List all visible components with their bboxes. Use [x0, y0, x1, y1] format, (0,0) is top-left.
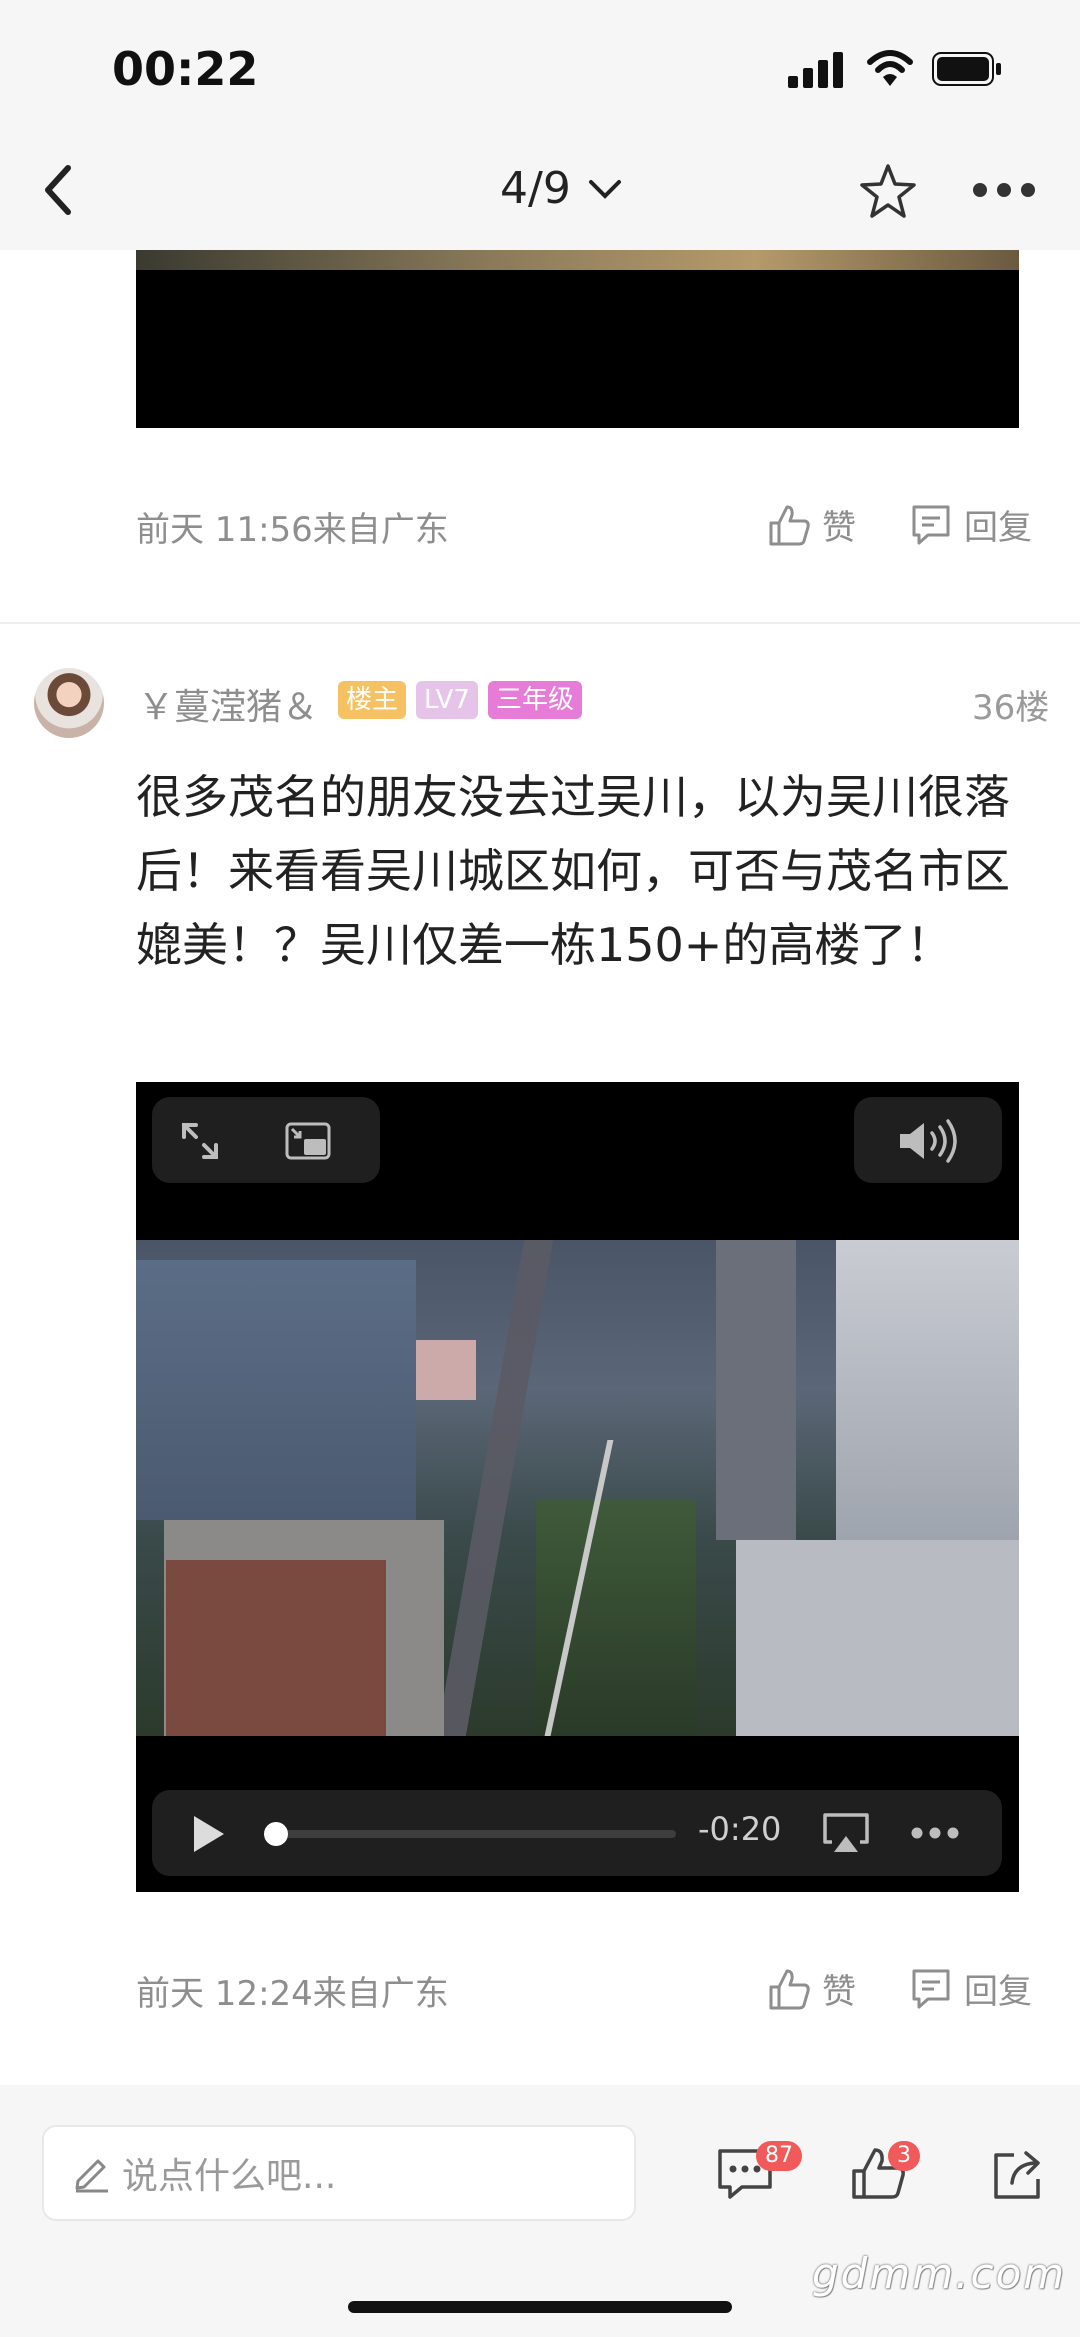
post-like-button[interactable]: 赞 [768, 1964, 856, 2013]
airplay-icon[interactable] [822, 1812, 870, 1854]
previous-post-timestamp: 前天 11:56来自广东 [136, 510, 449, 550]
video-progress-knob[interactable] [264, 1822, 288, 1846]
thumb-up-icon [769, 1969, 810, 2009]
video-progress-bar[interactable] [276, 1830, 676, 1838]
watermark: gdmm.com [812, 2249, 1067, 2298]
volume-icon[interactable] [896, 1119, 960, 1163]
comment-input[interactable]: 说点什么吧... [42, 2125, 636, 2221]
video-top-controls [152, 1097, 380, 1183]
reply-label: 回复 [964, 508, 1032, 548]
video-time-remaining: -0:20 [698, 1810, 782, 1848]
previous-post-video[interactable] [136, 270, 1019, 428]
wifi-icon [867, 50, 913, 86]
avatar[interactable] [34, 668, 104, 738]
reply-label: 回复 [964, 1972, 1032, 2012]
badge-grade: 三年级 [488, 681, 583, 719]
more-icon[interactable] [972, 178, 1036, 202]
previous-post-like-button[interactable]: 赞 [768, 500, 856, 549]
section-divider [0, 2085, 1080, 2101]
back-icon[interactable] [38, 160, 78, 220]
comment-count-badge: 87 [756, 2141, 802, 2171]
video-volume-control [854, 1097, 1002, 1183]
page-indicator-label: 4/9 [500, 163, 571, 214]
username[interactable]: ￥蔓滢猪＆ [138, 678, 318, 730]
reply-icon [912, 505, 950, 544]
more-icon[interactable] [910, 1826, 960, 1840]
share-icon[interactable] [990, 2147, 1046, 2203]
post-reply-button[interactable]: 回复 [910, 1964, 1032, 2013]
bottom-bar: 说点什么吧... 87 3 gdmm.com [0, 2101, 1080, 2337]
post-divider [0, 622, 1080, 624]
reply-icon [912, 1969, 950, 2008]
pen-icon [75, 2159, 108, 2193]
like-count-badge: 3 [888, 2141, 920, 2171]
thumb-up-icon [769, 505, 810, 545]
floor-number: 36楼 [972, 688, 1050, 728]
status-time: 00:22 [112, 42, 259, 96]
battery-icon [932, 52, 1001, 86]
previous-post-image [136, 250, 1019, 270]
badge-level: LV7 [416, 681, 478, 719]
home-indicator [348, 2301, 732, 2313]
page-indicator[interactable]: 4/9 [500, 163, 623, 214]
post-timestamp: 前天 12:24来自广东 [136, 1974, 449, 2014]
previous-post-reply-button[interactable]: 回复 [910, 500, 1032, 549]
video-frame[interactable] [136, 1240, 1019, 1736]
top-bar: 00:22 4/9 [0, 0, 1080, 250]
signal-icon [788, 52, 844, 88]
play-icon[interactable] [192, 1814, 226, 1854]
pip-icon[interactable] [284, 1121, 332, 1161]
fullscreen-icon[interactable] [178, 1119, 222, 1163]
comment-placeholder: 说点什么吧... [122, 2156, 337, 2197]
like-label: 赞 [822, 508, 856, 548]
badge-owner: 楼主 [338, 681, 407, 719]
video-bottom-controls: -0:20 [152, 1790, 1002, 1876]
post-content: 很多茂名的朋友没去过吴川，以为吴川很落后！来看看吴川城区如何，可否与茂名市区媲美… [136, 770, 1010, 972]
like-label: 赞 [822, 1972, 856, 2012]
star-icon[interactable] [858, 162, 918, 222]
video-player[interactable]: -0:20 [136, 1082, 1019, 1892]
chevron-down-icon [588, 179, 621, 199]
